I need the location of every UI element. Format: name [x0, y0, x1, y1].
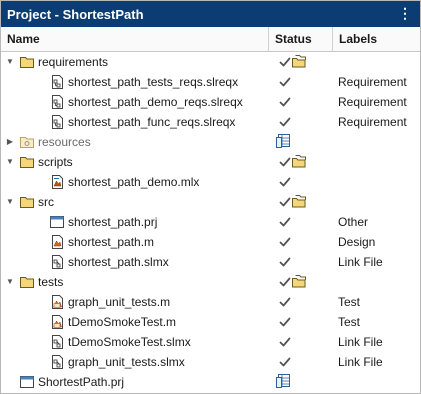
item-name: shortest_path_func_reqs.slreqx — [68, 115, 236, 129]
label-cell: Link File — [338, 255, 383, 269]
expand-arrow-icon[interactable]: ▼ — [5, 152, 15, 172]
status-cell — [275, 332, 331, 352]
item-name: shortest_path_demo.mlx — [68, 175, 200, 189]
live-script-file-icon — [49, 174, 65, 190]
tree-file-row[interactable]: shortest_path_demo.mlx — [1, 172, 420, 192]
status-cell — [275, 352, 331, 372]
tree-file-row[interactable]: shortest_path_tests_reqs.slreqx Requireme… — [1, 72, 420, 92]
tree-folder-row[interactable]: ▼ tests — [1, 272, 420, 292]
tree-file-row[interactable]: shortest_path.slmx Link File — [1, 252, 420, 272]
label-cell: Test — [338, 315, 361, 329]
item-name: shortest_path.slmx — [68, 255, 169, 269]
status-cell — [275, 272, 331, 292]
link-file-icon — [49, 254, 65, 270]
item-name: shortest_path_demo_reqs.slreqx — [68, 95, 243, 109]
expand-arrow-icon[interactable]: ▼ — [5, 192, 15, 212]
status-cell — [275, 192, 331, 212]
label-cell: Requirement — [338, 115, 407, 129]
resource-folder-icon — [19, 134, 35, 150]
item-name: tests — [38, 275, 64, 289]
requirements-file-icon — [49, 114, 65, 130]
panel-title: Project - ShortestPath — [7, 6, 144, 22]
status-cell — [275, 212, 331, 232]
item-name: shortest_path.m — [68, 235, 155, 249]
item-name: tDemoSmokeTest.slmx — [68, 335, 191, 349]
status-cell — [275, 72, 331, 92]
status-cell — [275, 92, 331, 112]
column-header-labels[interactable]: Labels — [333, 27, 420, 51]
expand-arrow-icon[interactable]: ▼ — [5, 272, 15, 292]
folder-icon — [19, 154, 35, 170]
folder-icon — [19, 194, 35, 210]
project-file-icon — [49, 214, 65, 230]
status-cell — [275, 312, 331, 332]
tree-file-row[interactable]: tDemoSmokeTest.m Test — [1, 312, 420, 332]
item-name: src — [38, 195, 54, 209]
label-cell: Other — [338, 215, 369, 229]
folder-status-icon — [291, 274, 307, 294]
tree-file-row[interactable]: shortest_path.m Design — [1, 232, 420, 252]
status-cell — [275, 232, 331, 252]
column-header: Name Status Labels — [1, 27, 420, 52]
tree-file-row[interactable]: shortest_path.prj Other — [1, 212, 420, 232]
item-name: tDemoSmokeTest.m — [68, 315, 177, 329]
column-header-name[interactable]: Name — [1, 27, 269, 51]
matlab-file-icon — [49, 234, 65, 250]
item-name: requirements — [38, 55, 109, 69]
link-file-icon — [49, 354, 65, 370]
folder-status-icon — [291, 154, 307, 174]
item-name: scripts — [38, 155, 73, 169]
tree-file-row[interactable]: tDemoSmokeTest.slmx Link File — [1, 332, 420, 352]
status-cell — [275, 252, 331, 272]
requirements-file-icon — [49, 94, 65, 110]
link-file-icon — [49, 334, 65, 350]
collapse-arrow-icon[interactable]: ▶ — [5, 132, 15, 152]
vertical-dots-icon[interactable]: ⋮ — [398, 5, 412, 22]
project-table-icon — [275, 373, 291, 393]
item-name: ShortestPath.prj — [38, 375, 125, 389]
item-name: shortest_path_tests_reqs.slreqx — [68, 75, 239, 89]
item-name: resources — [38, 135, 91, 149]
label-cell: Test — [338, 295, 361, 309]
tree-file-row[interactable]: shortest_path_demo_reqs.slreqx Requiremen… — [1, 92, 420, 112]
status-cell — [275, 52, 331, 72]
label-cell: Link File — [338, 355, 383, 369]
tree-file-row[interactable]: graph_unit_tests.slmx Link File — [1, 352, 420, 372]
folder-icon — [19, 274, 35, 290]
status-cell — [275, 112, 331, 132]
tree-file-row[interactable]: ShortestPath.prj — [1, 372, 420, 392]
label-cell: Design — [338, 235, 376, 249]
status-cell — [275, 172, 331, 192]
folder-status-icon — [291, 54, 307, 74]
project-panel: Project - ShortestPath ⋮ Name Status Lab… — [0, 0, 421, 394]
file-tree: ▼ requirements shortest_path_tests_reqs.sl… — [1, 52, 420, 392]
item-name: graph_unit_tests.slmx — [68, 355, 185, 369]
tree-folder-row[interactable]: ▶ resources — [1, 132, 420, 152]
label-cell: Requirement — [338, 75, 407, 89]
folder-status-icon — [291, 194, 307, 214]
tree-file-row[interactable]: shortest_path_func_reqs.slreqx Requiremen… — [1, 112, 420, 132]
tree-folder-row[interactable]: ▼ scripts — [1, 152, 420, 172]
test-file-icon — [49, 314, 65, 330]
status-cell — [275, 292, 331, 312]
folder-icon — [19, 54, 35, 70]
status-cell — [275, 372, 331, 392]
tree-folder-row[interactable]: ▼ src — [1, 192, 420, 212]
requirements-file-icon — [49, 74, 65, 90]
status-cell — [275, 132, 331, 152]
tree-folder-row[interactable]: ▼ requirements — [1, 52, 420, 72]
column-header-status[interactable]: Status — [269, 27, 333, 51]
item-name: graph_unit_tests.m — [68, 295, 171, 309]
project-file-icon — [19, 374, 35, 390]
label-cell: Link File — [338, 335, 383, 349]
test-file-icon — [49, 294, 65, 310]
tree-file-row[interactable]: graph_unit_tests.m Test — [1, 292, 420, 312]
status-cell — [275, 152, 331, 172]
item-name: shortest_path.prj — [68, 215, 158, 229]
expand-arrow-icon[interactable]: ▼ — [5, 52, 15, 72]
label-cell: Requirement — [338, 95, 407, 109]
title-bar: Project - ShortestPath ⋮ — [1, 1, 420, 27]
